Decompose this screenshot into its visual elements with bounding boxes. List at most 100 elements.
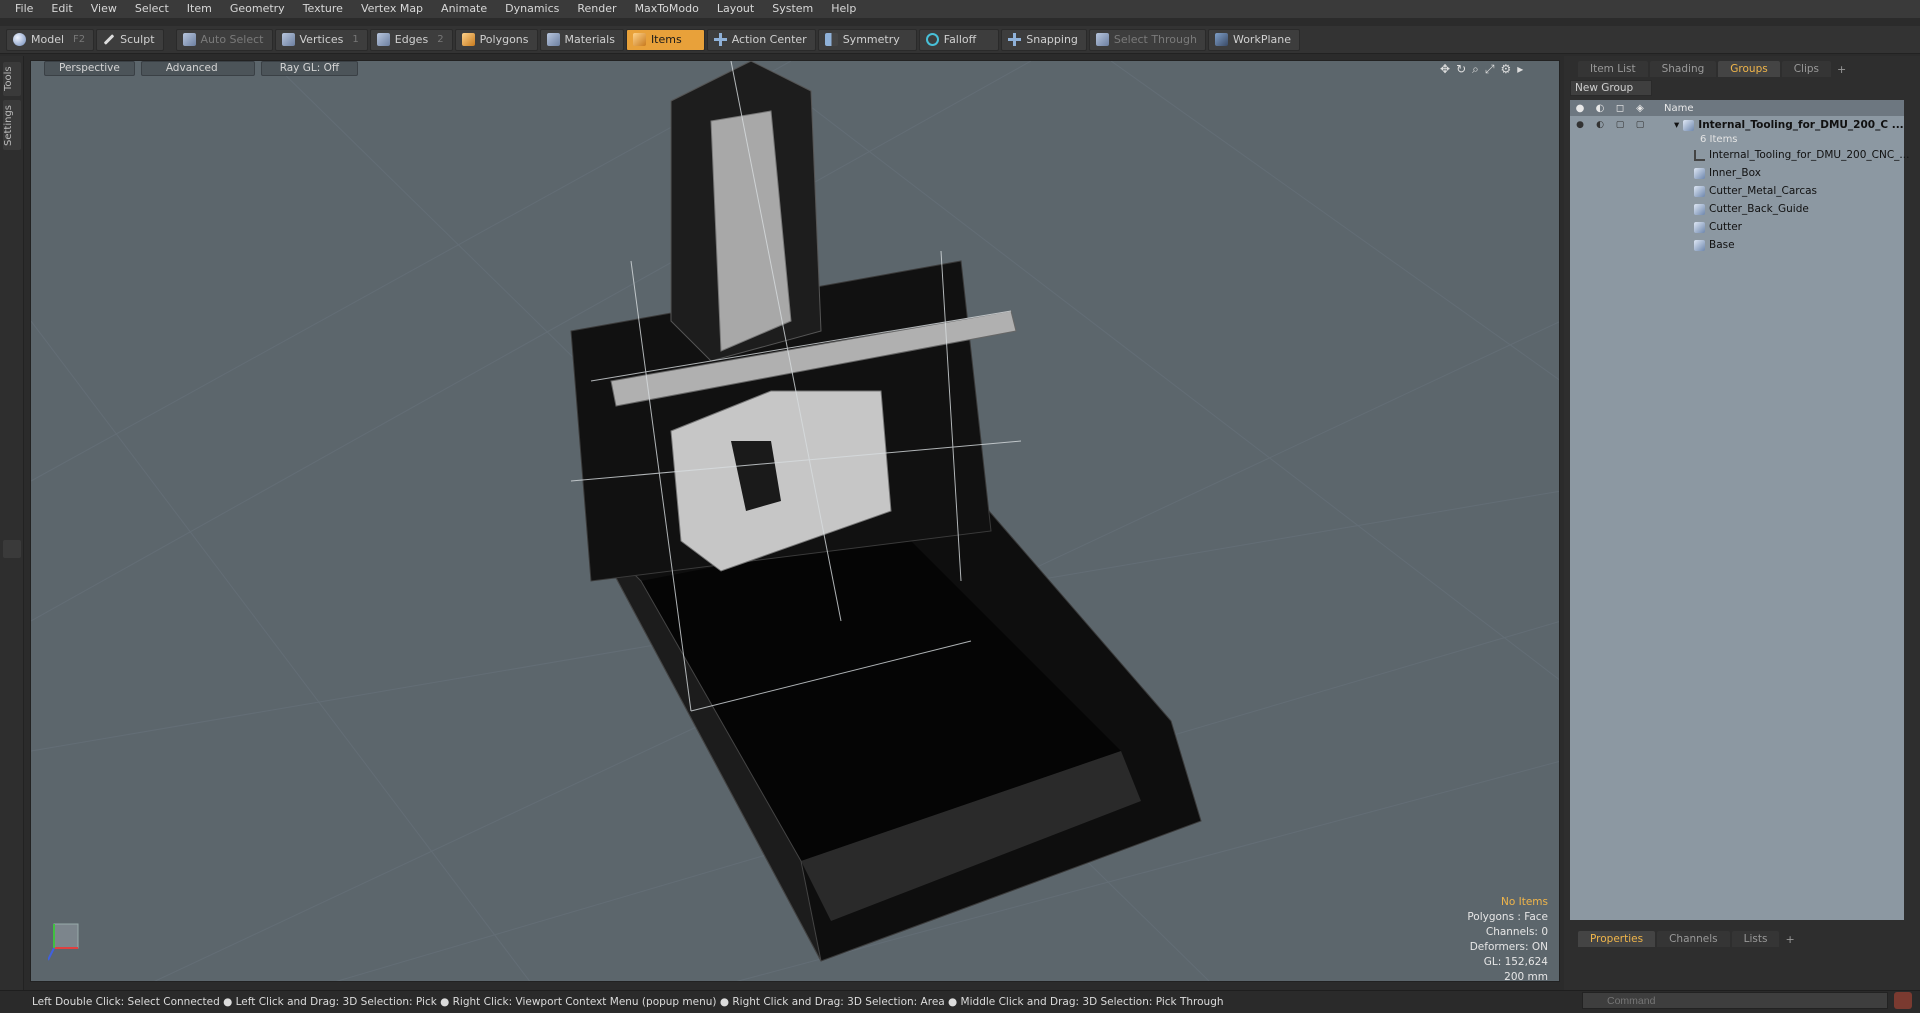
group-tree: ● ◐ ◻ ◈ Name ● ◐ ▢ ▢ ▾ Internal_Tooling_for_… <box>1570 100 1909 920</box>
maximize-icon[interactable]: ⤢ <box>1485 62 1495 77</box>
snapping-button[interactable]: Snapping <box>1001 28 1087 51</box>
render-column-icon: ◐ <box>1595 102 1605 114</box>
gear-icon[interactable]: ⚙ <box>1500 62 1511 77</box>
tab-groups[interactable]: Groups <box>1718 61 1780 77</box>
add-tab-icon[interactable]: + <box>1781 933 1794 946</box>
mesh-icon <box>1694 167 1705 179</box>
menu-maxtomodo[interactable]: MaxToModo <box>626 0 708 18</box>
menu-layout[interactable]: Layout <box>708 0 763 18</box>
main-toolbar: Model F2 Sculpt Auto Select Vertices 1 Edg… <box>0 26 1920 54</box>
rotate-icon[interactable]: ↻ <box>1456 62 1466 77</box>
tree-item-cutter-metal-carcas[interactable]: Cutter_Metal_Carcas <box>1570 182 1904 200</box>
symmetry-icon <box>824 33 838 46</box>
action-center-button[interactable]: Action Center <box>706 28 816 51</box>
lock-icon[interactable]: ▢ <box>1610 116 1630 134</box>
select-through-button[interactable]: Select Through <box>1088 28 1206 51</box>
menu-geometry[interactable]: Geometry <box>221 0 294 18</box>
raygl-button[interactable]: Ray GL: Off <box>260 60 359 76</box>
tab-shading[interactable]: Shading <box>1649 61 1717 77</box>
items-button[interactable]: Items <box>625 28 705 51</box>
tree-item-cutter-back-guide[interactable]: Cutter_Back_Guide <box>1570 200 1904 218</box>
viewport-info: No Items Polygons : Face Channels: 0 Def… <box>1380 895 1548 985</box>
falloff-button[interactable]: Falloff <box>918 28 1000 51</box>
shading-mode-button[interactable]: Advanced <box>140 60 255 76</box>
collapse-handle[interactable] <box>3 540 21 558</box>
command-input[interactable] <box>1582 992 1888 1009</box>
new-group-button[interactable]: New Group <box>1570 80 1652 96</box>
model-button[interactable]: Model F2 <box>6 28 95 51</box>
group-row[interactable]: ● ◐ ▢ ▢ ▾ Internal_Tooling_for_DMU_200_C ...… <box>1570 116 1904 145</box>
settings-tab[interactable]: Settings <box>3 100 21 150</box>
tools-tab[interactable]: Tools <box>3 62 21 96</box>
pan-icon[interactable]: ✥ <box>1440 62 1450 77</box>
auto-select-button[interactable]: Auto Select <box>175 28 273 51</box>
eye-icon[interactable]: ● <box>1570 116 1590 134</box>
name-column-header: Name <box>1664 102 1694 114</box>
visibility-column-icon: ● <box>1575 102 1585 114</box>
polygons-info: Polygons : Face <box>1467 911 1548 923</box>
menu-system[interactable]: System <box>763 0 822 18</box>
tab-item-list[interactable]: Item List <box>1578 61 1648 77</box>
tree-item-locator[interactable]: Internal_Tooling_for_DMU_200_CNC_... <box>1570 146 1909 164</box>
polygons-button[interactable]: Polygons <box>454 28 538 51</box>
tab-properties[interactable]: Properties <box>1578 931 1656 947</box>
group-toggles: ● ◐ ▢ ▢ <box>1570 116 1652 134</box>
scene-canvas <box>31 61 1559 981</box>
menu-dynamics[interactable]: Dynamics <box>496 0 568 18</box>
action-center-icon <box>713 33 727 46</box>
right-panel: Item List Shading Groups Clips + New Gro… <box>1564 56 1920 990</box>
menu-help[interactable]: Help <box>822 0 865 18</box>
group-label: ▾ Internal_Tooling_for_DMU_200_C ... <box>1674 119 1904 131</box>
locator-icon <box>1694 149 1705 161</box>
sculpt-brush-icon <box>103 34 115 45</box>
vertices-button[interactable]: Vertices 1 <box>274 28 368 51</box>
groups-tab-bar: Item List Shading Groups Clips + <box>1564 60 1920 78</box>
menu-edit[interactable]: Edit <box>42 0 81 18</box>
axis-cube-icon <box>53 923 79 949</box>
sculpt-button[interactable]: Sculpt <box>96 28 164 51</box>
materials-button[interactable]: Materials <box>539 28 624 51</box>
menu-item[interactable]: Item <box>178 0 221 18</box>
mesh-icon <box>1694 239 1705 251</box>
deformers-info: Deformers: ON <box>1469 941 1548 953</box>
menu-select[interactable]: Select <box>126 0 178 18</box>
edges-button[interactable]: Edges 2 <box>369 28 453 51</box>
view-mode-button[interactable]: Perspective <box>44 60 135 76</box>
menu-file[interactable]: File <box>6 0 42 18</box>
menu-vertex-map[interactable]: Vertex Map <box>352 0 432 18</box>
snapping-icon <box>1008 33 1022 46</box>
tab-clips[interactable]: Clips <box>1781 61 1832 77</box>
expand-arrow-icon[interactable]: ▾ <box>1674 119 1679 131</box>
model-sphere-icon <box>13 33 26 46</box>
arrow-right-icon[interactable]: ▸ <box>1517 62 1523 77</box>
menu-view[interactable]: View <box>82 0 126 18</box>
group-item-count: 6 Items <box>1700 134 1738 145</box>
add-tab-icon[interactable]: + <box>1833 63 1846 76</box>
materials-shield-icon <box>546 33 560 46</box>
menu-bar: File Edit View Select Item Geometry Texture Ver… <box>0 0 1920 18</box>
menu-render[interactable]: Render <box>568 0 625 18</box>
workplane-button[interactable]: WorkPlane <box>1207 28 1300 51</box>
menu-texture[interactable]: Texture <box>294 0 352 18</box>
symmetry-button[interactable]: Symmetry <box>817 28 917 51</box>
tree-header: ● ◐ ◻ ◈ Name <box>1570 100 1904 116</box>
tab-lists[interactable]: Lists <box>1731 931 1780 947</box>
group-mesh-icon <box>1683 119 1695 131</box>
mesh-icon <box>1694 203 1705 215</box>
zoom-icon[interactable]: ⌕ <box>1472 62 1479 77</box>
tree-item-inner-box[interactable]: Inner_Box <box>1570 164 1904 182</box>
3d-viewport[interactable] <box>30 60 1560 982</box>
select-through-icon <box>1095 33 1109 46</box>
menu-animate[interactable]: Animate <box>432 0 496 18</box>
channels-info: Channels: 0 <box>1485 926 1548 938</box>
workplane-icon <box>1214 33 1228 46</box>
tree-item-cutter[interactable]: Cutter <box>1570 218 1904 236</box>
tree-item-base[interactable]: Base <box>1570 236 1904 254</box>
auto-select-cube-icon <box>182 33 196 46</box>
render-icon[interactable]: ◐ <box>1590 116 1610 134</box>
tab-channels[interactable]: Channels <box>1657 931 1730 947</box>
items-shield-icon <box>632 33 646 46</box>
select-icon[interactable]: ▢ <box>1630 116 1650 134</box>
edges-shield-icon <box>376 33 390 46</box>
command-record-icon[interactable] <box>1894 992 1912 1009</box>
